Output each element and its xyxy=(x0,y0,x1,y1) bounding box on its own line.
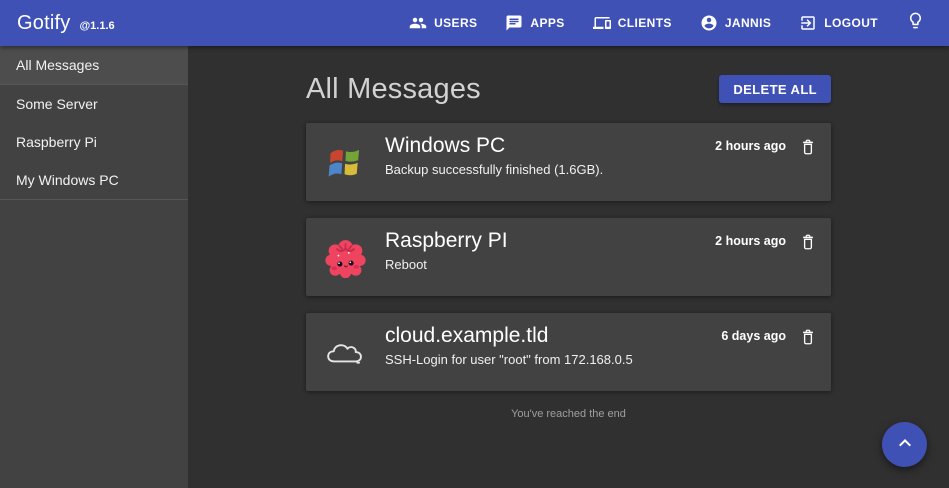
app-title: Gotify xyxy=(17,12,70,35)
account-circle-icon xyxy=(700,14,718,32)
message-timestamp: 2 hours ago xyxy=(715,137,786,155)
app-version: @1.1.6 xyxy=(79,20,114,32)
theme-toggle-button[interactable] xyxy=(906,11,925,35)
sidebar: All Messages Some Server Raspberry Pi My… xyxy=(0,46,188,488)
delete-message-button[interactable] xyxy=(799,137,817,157)
users-icon xyxy=(409,14,427,32)
message-title: Raspberry PI xyxy=(385,229,715,253)
nav-account-label: JANNIS xyxy=(725,16,771,30)
nav-users-label: USERS xyxy=(434,16,477,30)
scroll-to-top-button[interactable] xyxy=(882,422,927,467)
logout-icon xyxy=(799,14,817,32)
nav-apps[interactable]: APPS xyxy=(505,14,564,32)
app-bar: Gotify @1.1.6 USERS APPS CLIENTS JAN xyxy=(0,0,949,46)
message-text: Backup successfully finished (1.6GB). xyxy=(385,162,715,177)
cloud-icon xyxy=(323,330,368,375)
sidebar-divider xyxy=(0,199,188,200)
nav-apps-label: APPS xyxy=(530,16,564,30)
nav-logout-label: LOGOUT xyxy=(824,16,878,30)
message-card: cloud.example.tld SSH-Login for user "ro… xyxy=(306,313,831,391)
raspberry-icon xyxy=(323,235,368,280)
chat-icon xyxy=(505,14,523,32)
message-title: cloud.example.tld xyxy=(385,324,721,348)
nav-account[interactable]: JANNIS xyxy=(700,14,771,32)
message-text: Reboot xyxy=(385,257,715,272)
end-of-list-text: You've reached the end xyxy=(306,408,831,420)
delete-all-button[interactable]: DELETE ALL xyxy=(719,75,831,103)
message-text: SSH-Login for user "root" from 172.168.0… xyxy=(385,352,721,367)
nav-users[interactable]: USERS xyxy=(409,14,477,32)
message-card: Windows PC Backup successfully finished … xyxy=(306,123,831,201)
message-card: Raspberry PI Reboot 2 hours ago xyxy=(306,218,831,296)
lightbulb-icon xyxy=(906,11,925,35)
sidebar-item-some-server[interactable]: Some Server xyxy=(0,85,188,123)
page-title: All Messages xyxy=(306,73,481,106)
message-timestamp: 6 days ago xyxy=(721,327,786,345)
chevron-up-icon xyxy=(893,431,917,458)
nav-clients-label: CLIENTS xyxy=(618,16,672,30)
main-area: All Messages DELETE ALL Windows PC Backu… xyxy=(188,46,949,488)
devices-icon xyxy=(593,14,611,32)
delete-message-button[interactable] xyxy=(799,327,817,347)
nav-logout[interactable]: LOGOUT xyxy=(799,14,878,32)
brand: Gotify @1.1.6 xyxy=(17,12,115,35)
message-title: Windows PC xyxy=(385,134,715,158)
message-list: Windows PC Backup successfully finished … xyxy=(306,123,831,391)
windows-logo-icon xyxy=(323,140,368,185)
sidebar-item-all-messages[interactable]: All Messages xyxy=(0,46,188,84)
message-timestamp: 2 hours ago xyxy=(715,232,786,250)
delete-message-button[interactable] xyxy=(799,232,817,252)
sidebar-item-raspberry-pi[interactable]: Raspberry Pi xyxy=(0,123,188,161)
nav-clients[interactable]: CLIENTS xyxy=(593,14,672,32)
sidebar-item-my-windows-pc[interactable]: My Windows PC xyxy=(0,161,188,199)
top-nav: USERS APPS CLIENTS JANNIS LOGOUT xyxy=(409,14,878,32)
